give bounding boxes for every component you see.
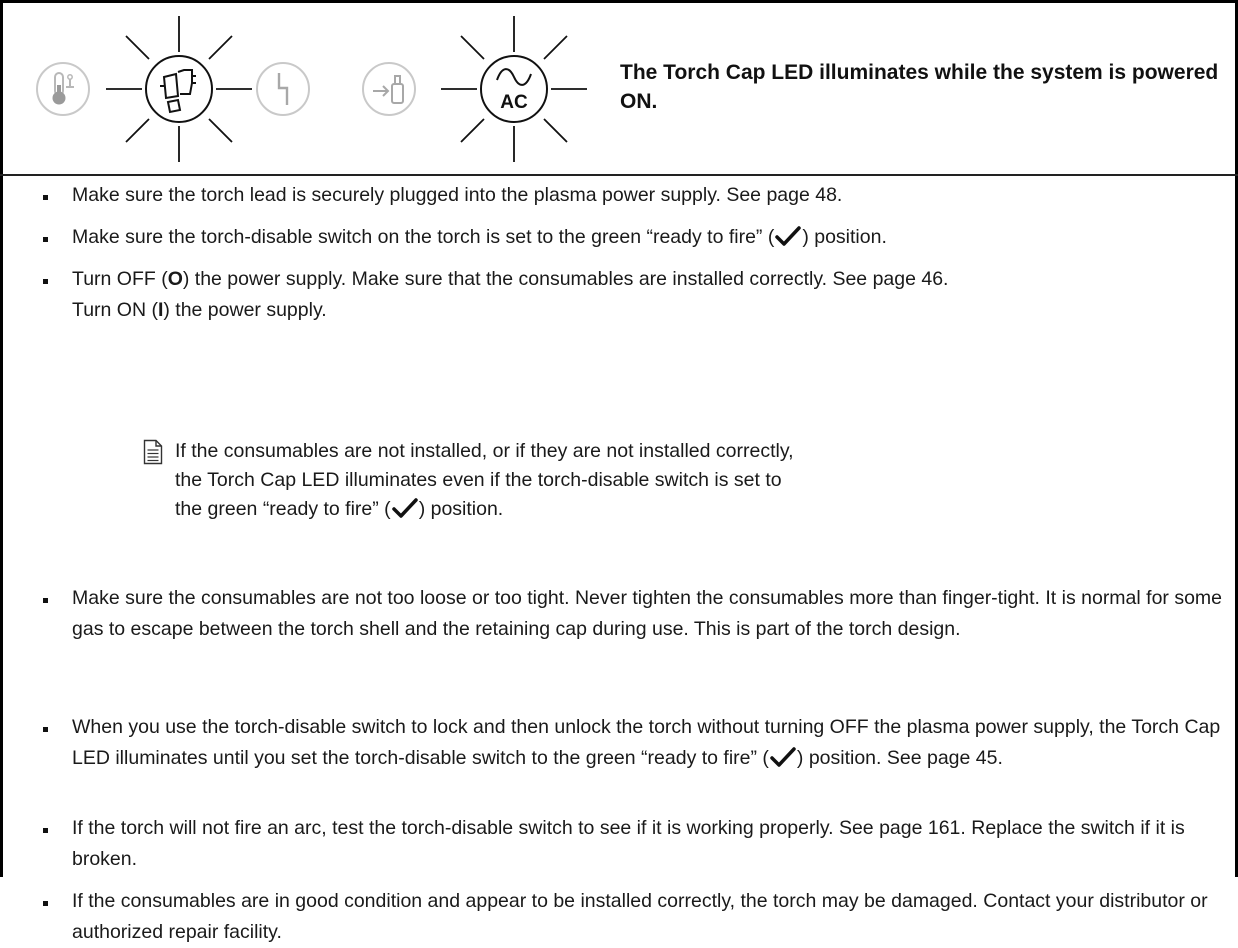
- bullet-marker: [43, 727, 48, 732]
- note-line: the Torch Cap LED illuminates even if th…: [175, 469, 782, 491]
- list-item-text: Make sure the torch-disable switch on th…: [72, 226, 887, 248]
- torch-cap-icon: [106, 16, 252, 162]
- ac-label: AC: [500, 92, 528, 113]
- gas-cylinder-icon: [362, 62, 416, 116]
- list-item-text: If the consumables are in good condition…: [72, 890, 1208, 943]
- fault-led: [255, 61, 311, 117]
- bullet-marker: [43, 901, 48, 906]
- checkmark-icon: [391, 498, 418, 518]
- bullet-marker: [43, 598, 48, 603]
- ac-power-led: AC: [439, 14, 589, 164]
- led-status-row: AC The Torch Cap LED illuminates while t…: [0, 0, 1238, 176]
- status-message: The Torch Cap LED illuminates while the …: [620, 61, 1219, 113]
- note-icon: [143, 439, 163, 465]
- bullet-marker: [43, 195, 48, 200]
- note-line: If the consumables are not installed, or…: [175, 440, 794, 462]
- note-line: the green “ready to fire” () position.: [175, 498, 504, 520]
- fault-icon: [256, 62, 310, 116]
- bullet-marker: [43, 828, 48, 833]
- bullet-marker: [43, 279, 48, 284]
- list-item-text: Turn OFF (O) the power supply. Make sure…: [72, 268, 949, 321]
- temperature-led: [35, 61, 91, 117]
- list-item-text: Make sure the torch lead is securely plu…: [72, 184, 843, 206]
- note-text: If the consumables are not installed, or…: [175, 437, 875, 524]
- bullet-marker: [43, 237, 48, 242]
- thermometer-icon: [36, 62, 90, 116]
- list-item-text: If the torch will not fire an arc, test …: [72, 817, 1185, 870]
- torch-cap-led: [104, 14, 254, 164]
- checkmark-icon: [775, 226, 802, 246]
- gas-pressure-led: [361, 61, 417, 117]
- list-item-text: Make sure the consumables are not too lo…: [72, 587, 1223, 640]
- list-item-text: When you use the torch-disable switch to…: [72, 716, 1221, 769]
- checkmark-icon: [770, 747, 796, 767]
- ac-icon: AC: [441, 16, 587, 162]
